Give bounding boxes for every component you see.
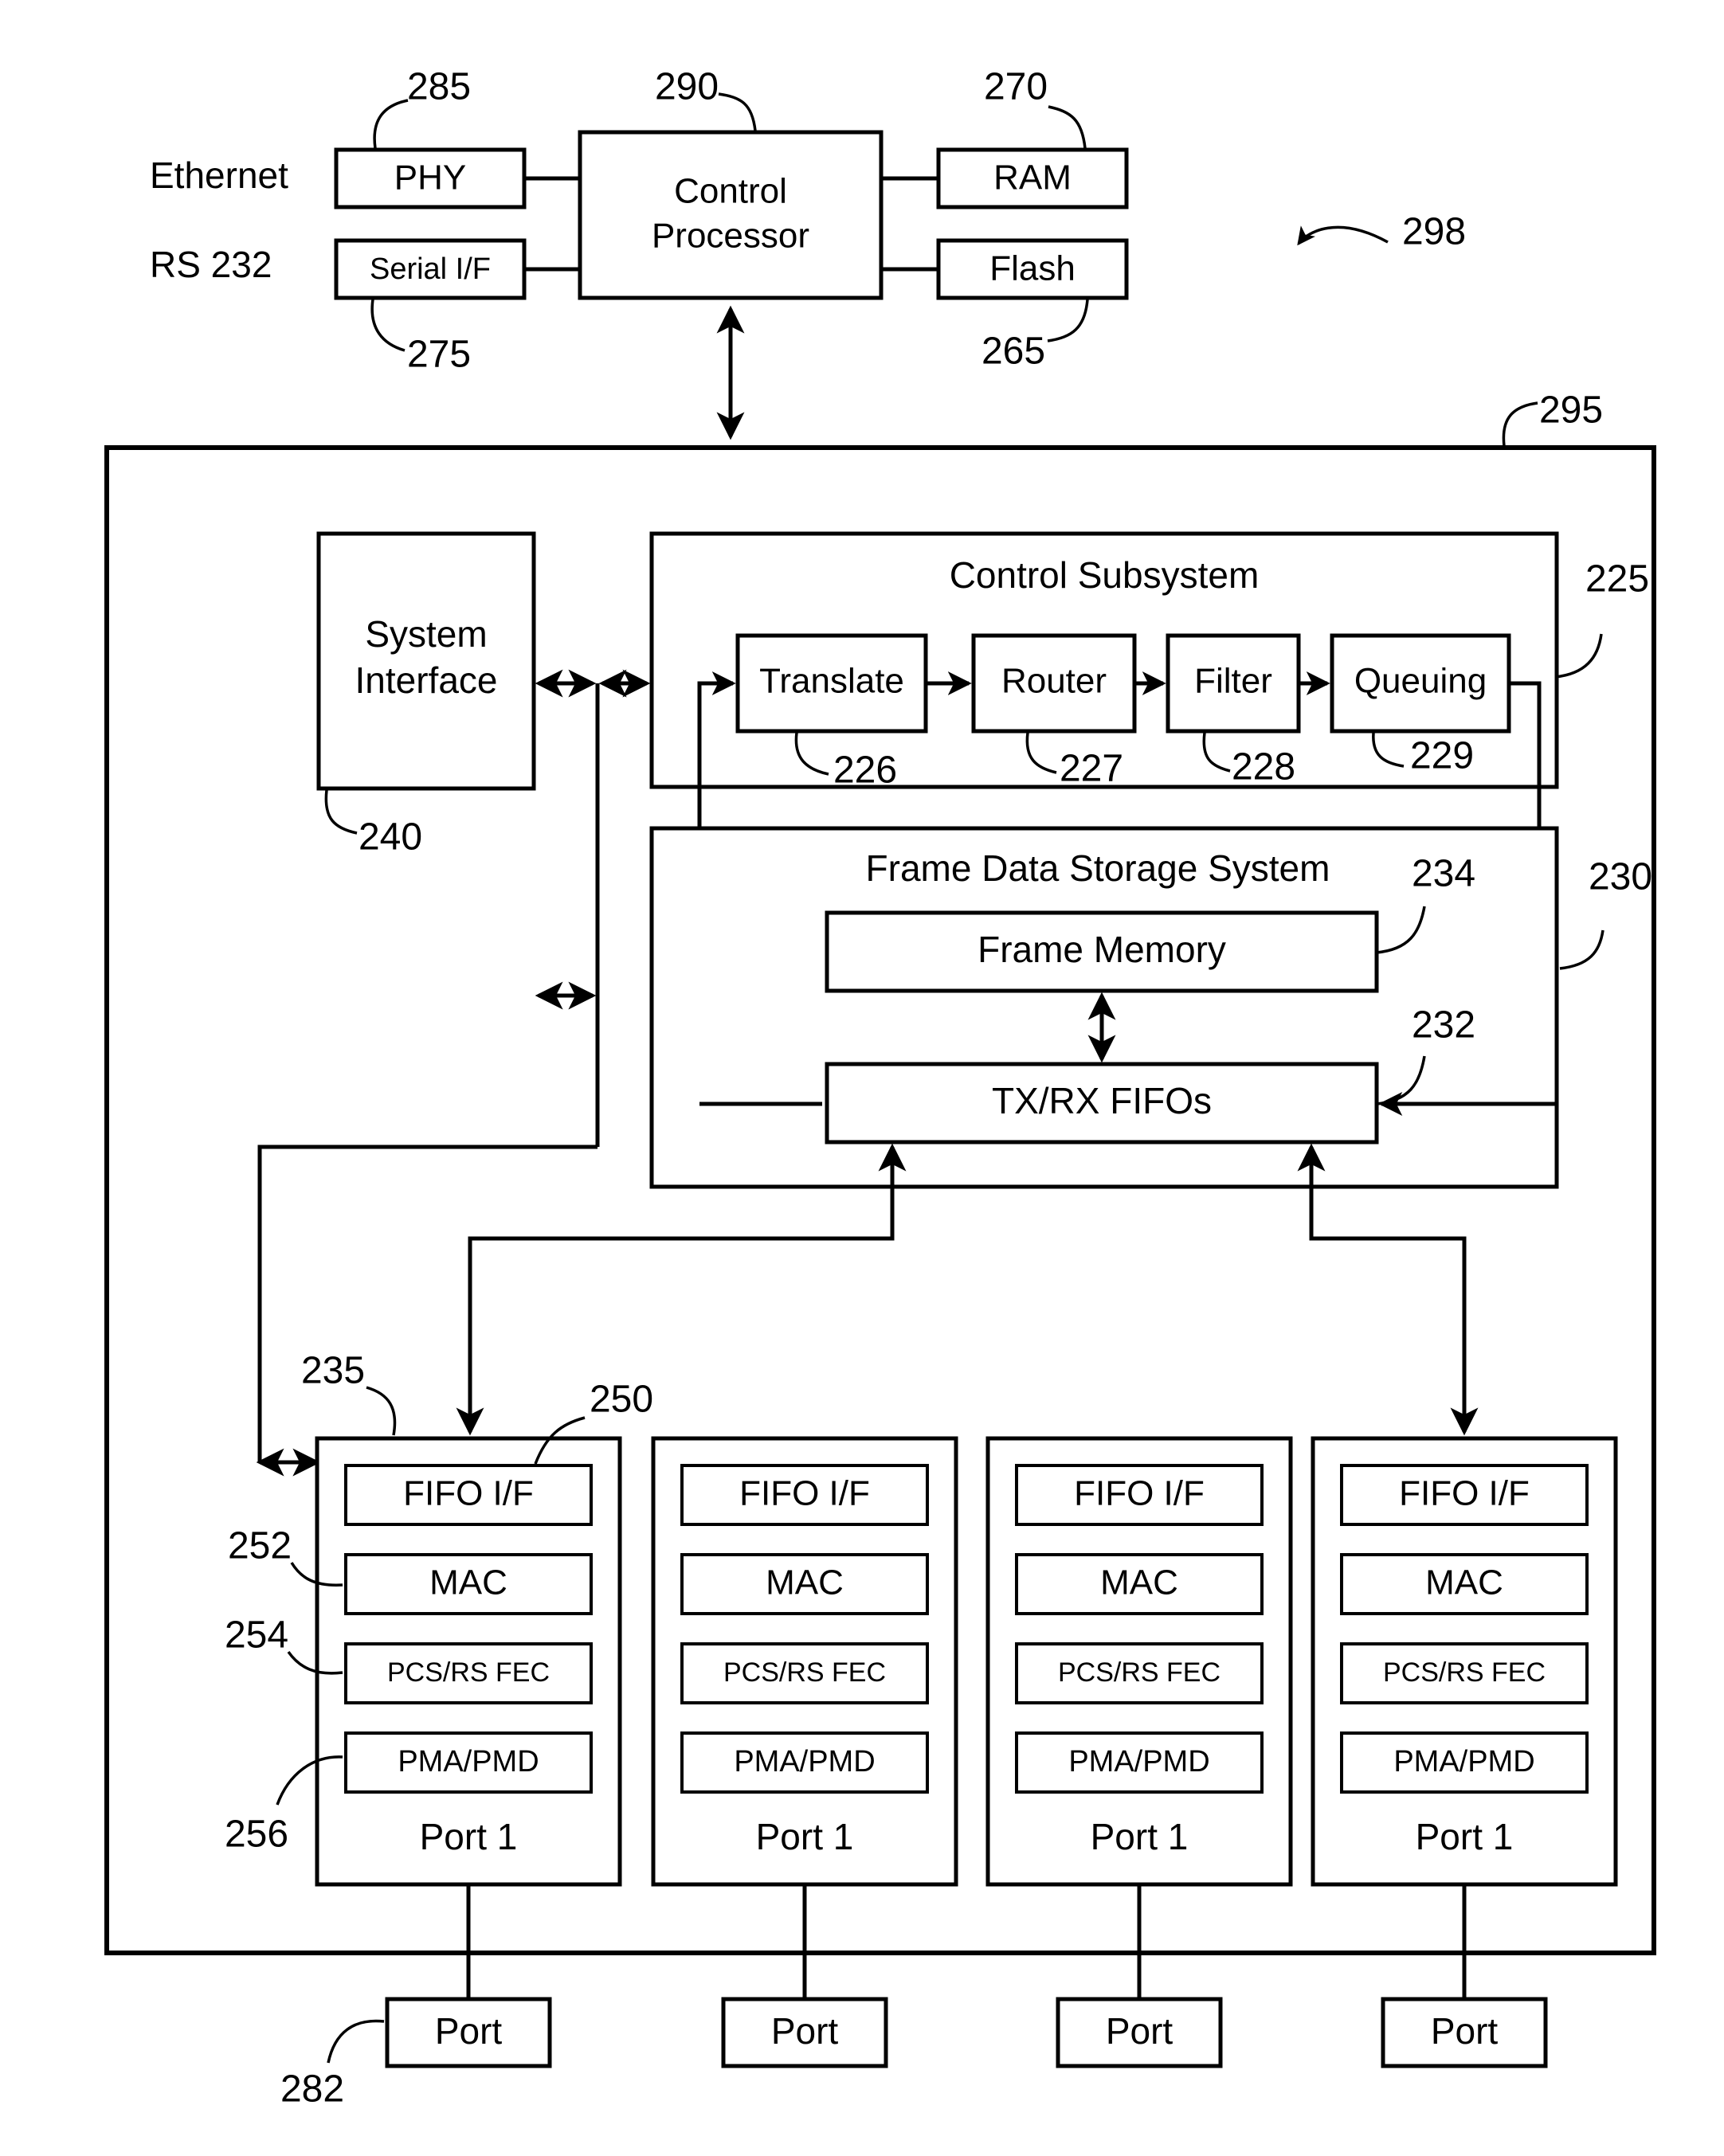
leader-290 [718, 92, 757, 131]
external-port-label-3: Port [1106, 2010, 1173, 2052]
ref-265: 265 [982, 331, 1045, 373]
leader-240 [324, 789, 358, 835]
ref-252: 252 [228, 1525, 292, 1567]
leader-270 [1048, 105, 1087, 149]
leader-282 [327, 2019, 385, 2064]
ref-228: 228 [1232, 746, 1295, 788]
ref-226: 226 [833, 749, 897, 792]
wire-fifos-to-port1 [456, 1143, 907, 1436]
serial-if-label: Serial I/F [370, 252, 491, 286]
phy-label: PHY [394, 158, 466, 198]
port2-fifo-if-label: FIFO I/F [739, 1474, 870, 1513]
port3-caption: Port 1 [1091, 1816, 1189, 1857]
ref-234: 234 [1412, 853, 1475, 895]
port4-pcs-rs-fec-label: PCS/RS FEC [1383, 1657, 1546, 1688]
wire-fifos-to-port4 [1297, 1143, 1479, 1436]
port4-mac-label: MAC [1425, 1563, 1503, 1602]
ref-229: 229 [1410, 735, 1474, 777]
external-port-label-1: Port [435, 2010, 503, 2052]
ref-227: 227 [1060, 748, 1123, 790]
port3-pcs-rs-fec-label: PCS/RS FEC [1058, 1657, 1221, 1688]
ref-282: 282 [280, 2068, 344, 2111]
leader-235 [366, 1386, 397, 1436]
ref-298: 298 [1402, 211, 1466, 253]
leader-298 [1297, 225, 1389, 246]
ref-270: 270 [984, 66, 1048, 108]
frame-storage-title: Frame Data Storage System [866, 847, 1330, 889]
port1-mac-label: MAC [429, 1563, 507, 1602]
port4-caption: Port 1 [1416, 1816, 1514, 1857]
port1-fifo-if-label: FIFO I/F [403, 1474, 534, 1513]
translate-label: Translate [759, 662, 904, 701]
leader-275 [370, 299, 406, 352]
port4-pma-pmd-label: PMA/PMD [1393, 1745, 1534, 1778]
port2-caption: Port 1 [756, 1816, 854, 1857]
system-interface-label-2: Interface [355, 659, 498, 701]
control-subsystem-title: Control Subsystem [950, 554, 1260, 596]
leader-225 [1554, 633, 1603, 679]
frame-memory-label: Frame Memory [978, 929, 1226, 970]
figure-canvas: Ethernet RS 232 PHY Serial I/F Control P… [0, 0, 1724, 2156]
port4-fifo-if-label: FIFO I/F [1399, 1474, 1530, 1513]
filter-label: Filter [1194, 662, 1272, 701]
ref-240: 240 [359, 816, 422, 859]
port2-pcs-rs-fec-label: PCS/RS FEC [723, 1657, 886, 1688]
router-label: Router [1001, 662, 1107, 701]
ref-250: 250 [590, 1379, 653, 1421]
ram-label: RAM [993, 158, 1072, 198]
ref-235: 235 [301, 1350, 365, 1392]
port2-mac-label: MAC [766, 1563, 844, 1602]
ref-254: 254 [225, 1614, 288, 1657]
leader-285 [373, 99, 409, 149]
port2-pma-pmd-label: PMA/PMD [734, 1745, 875, 1778]
leader-295 [1502, 401, 1538, 447]
flash-label: Flash [989, 249, 1076, 288]
external-port-label-2: Port [771, 2010, 839, 2052]
system-interface-label-1: System [365, 613, 487, 655]
port1-caption: Port 1 [420, 1816, 518, 1857]
port3-fifo-if-label: FIFO I/F [1074, 1474, 1205, 1513]
ref-285: 285 [407, 66, 471, 108]
leader-230 [1559, 929, 1604, 970]
control-processor-box[interactable] [578, 130, 884, 300]
port1-pcs-rs-fec-label: PCS/RS FEC [387, 1657, 550, 1688]
port1-pma-pmd-label: PMA/PMD [398, 1745, 539, 1778]
control-processor-label-2: Processor [652, 217, 809, 256]
label-rs232: RS 232 [150, 244, 272, 285]
wire-bus-to-port1-left [257, 1145, 598, 1462]
label-ethernet: Ethernet [150, 155, 288, 196]
external-port-label-4: Port [1431, 2010, 1499, 2052]
txrx-fifos-label: TX/RX FIFOs [992, 1080, 1212, 1121]
ref-230: 230 [1589, 856, 1652, 898]
ref-256: 256 [225, 1814, 288, 1856]
ref-275: 275 [407, 334, 471, 376]
control-processor-label-1: Control [674, 172, 787, 211]
ref-290: 290 [655, 66, 719, 108]
port3-mac-label: MAC [1100, 1563, 1178, 1602]
block-diagram-svg: Ethernet RS 232 PHY Serial I/F Control P… [0, 0, 1724, 2156]
ref-295: 295 [1539, 389, 1603, 432]
ref-225: 225 [1585, 558, 1649, 601]
leader-265 [1047, 299, 1089, 342]
port3-pma-pmd-label: PMA/PMD [1068, 1745, 1209, 1778]
queuing-label: Queuing [1354, 662, 1487, 701]
ref-232: 232 [1412, 1004, 1475, 1047]
